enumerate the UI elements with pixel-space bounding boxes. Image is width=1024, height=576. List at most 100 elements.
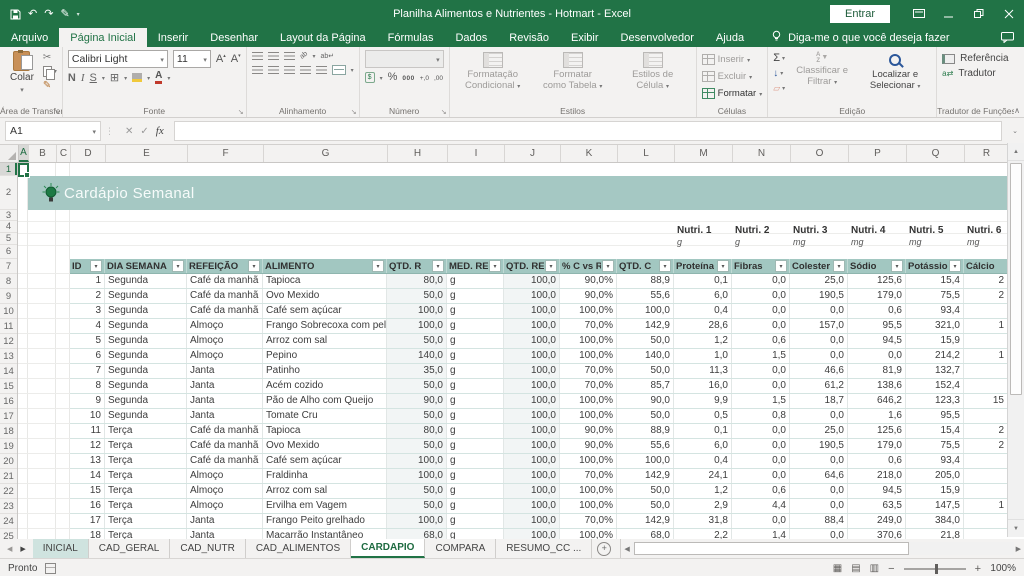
increase-indent-icon[interactable] bbox=[316, 66, 327, 74]
sheet-tab[interactable]: CARDAPIO bbox=[351, 539, 425, 558]
scroll-down-icon[interactable]: ▼ bbox=[1008, 519, 1024, 537]
copy-button[interactable] bbox=[43, 65, 57, 78]
filter-dropdown-icon[interactable] bbox=[949, 260, 961, 272]
table-header-cell[interactable]: MED. RE bbox=[447, 259, 504, 273]
row-header[interactable]: 25 bbox=[0, 529, 17, 539]
row-header[interactable]: 16 bbox=[0, 394, 17, 409]
ribbon-tab[interactable]: Layout da Página bbox=[269, 28, 377, 47]
table-row[interactable]: 11 Terça Café da manhã Tapioca 80,0 g 10… bbox=[70, 424, 1007, 439]
row-header[interactable]: 6 bbox=[0, 245, 17, 259]
column-header[interactable]: N bbox=[733, 145, 791, 162]
chevron-down-icon[interactable] bbox=[102, 72, 105, 83]
insert-function-icon[interactable]: fx bbox=[156, 125, 164, 137]
column-header[interactable]: B bbox=[29, 145, 57, 162]
row-header[interactable]: 10 bbox=[0, 304, 17, 319]
vertical-scrollbar[interactable]: ▲ ▼ bbox=[1007, 143, 1024, 537]
row-header[interactable]: 21 bbox=[0, 469, 17, 484]
format-painter-icon[interactable] bbox=[43, 80, 57, 91]
column-header[interactable]: K bbox=[561, 145, 618, 162]
filter-dropdown-icon[interactable] bbox=[90, 260, 102, 272]
column-header[interactable]: J bbox=[505, 145, 561, 162]
bold-button[interactable]: N bbox=[68, 72, 76, 84]
vertical-scroll-thumb[interactable] bbox=[1010, 163, 1022, 395]
ribbon-tab[interactable]: Desenvolvedor bbox=[610, 28, 705, 47]
ribbon-tab[interactable]: Dados bbox=[444, 28, 498, 47]
column-header[interactable]: Q bbox=[907, 145, 965, 162]
font-name-select[interactable]: Calibri Light bbox=[68, 50, 168, 68]
page-layout-view-icon[interactable] bbox=[851, 563, 860, 574]
column-header[interactable]: L bbox=[618, 145, 675, 162]
row-header[interactable]: 1 bbox=[0, 163, 17, 176]
filter-dropdown-icon[interactable] bbox=[891, 260, 903, 272]
sheet-tab[interactable]: INICIAL bbox=[33, 539, 89, 558]
filter-dropdown-icon[interactable] bbox=[545, 260, 557, 272]
row-header[interactable]: 13 bbox=[0, 349, 17, 364]
increase-font-size-icon[interactable]: A bbox=[216, 53, 226, 65]
wrap-text-icon[interactable] bbox=[320, 52, 334, 60]
align-left-icon[interactable] bbox=[252, 66, 263, 74]
clear-button[interactable] bbox=[773, 82, 785, 95]
horizontal-scroll-thumb[interactable] bbox=[634, 542, 909, 555]
row-header[interactable]: 14 bbox=[0, 364, 17, 379]
find-select-button[interactable]: Localizar e Selecionar bbox=[859, 50, 931, 94]
undo-icon[interactable] bbox=[28, 9, 37, 20]
row-header[interactable]: 18 bbox=[0, 424, 17, 439]
table-header-cell[interactable]: Potássio bbox=[906, 259, 964, 273]
row-header[interactable]: 3 bbox=[0, 210, 17, 221]
paste-button[interactable]: Colar bbox=[5, 50, 39, 96]
table-row[interactable]: 10 Segunda Janta Tomate Cru 50,0 g 100,0… bbox=[70, 409, 1007, 424]
cell-styles-button[interactable]: Estilos de Célula bbox=[615, 50, 691, 94]
align-right-icon[interactable] bbox=[284, 66, 295, 74]
ribbon-tab[interactable]: Inserir bbox=[147, 28, 200, 47]
fill-color-icon[interactable] bbox=[132, 73, 142, 82]
filter-dropdown-icon[interactable] bbox=[172, 260, 184, 272]
table-row[interactable]: 16 Terça Almoço Ervilha em Vagem 50,0 g … bbox=[70, 499, 1007, 514]
column-header[interactable]: A bbox=[19, 145, 29, 162]
zoom-slider[interactable] bbox=[904, 568, 966, 570]
ribbon-tab[interactable]: Revisão bbox=[498, 28, 560, 47]
redo-icon[interactable] bbox=[44, 9, 53, 20]
reference-button[interactable]: Referência bbox=[942, 53, 1008, 64]
borders-icon[interactable] bbox=[110, 71, 119, 84]
column-header[interactable]: G bbox=[264, 145, 388, 162]
sheet-tab[interactable]: COMPARA bbox=[425, 539, 496, 558]
table-row[interactable]: 9 Segunda Janta Pão de Alho com Queijo 9… bbox=[70, 394, 1007, 409]
filter-dropdown-icon[interactable] bbox=[248, 260, 260, 272]
row-header[interactable]: 15 bbox=[0, 379, 17, 394]
cut-icon[interactable] bbox=[43, 52, 57, 63]
table-header-cell[interactable]: Fibras bbox=[732, 259, 790, 273]
ribbon-display-options-icon[interactable] bbox=[904, 0, 934, 28]
zoom-in-icon[interactable]: + bbox=[975, 563, 981, 575]
align-top-icon[interactable] bbox=[252, 52, 263, 60]
table-row[interactable]: 4 Segunda Almoço Frango Sobrecoxa com pe… bbox=[70, 319, 1007, 334]
sheet-tab[interactable]: RESUMO_CC ... bbox=[496, 539, 592, 558]
next-sheet-icon[interactable]: ▶ bbox=[20, 545, 25, 553]
column-header[interactable]: C bbox=[57, 145, 71, 162]
row-header[interactable]: 19 bbox=[0, 439, 17, 454]
ribbon-tab[interactable]: Arquivo bbox=[0, 28, 59, 47]
ribbon-tab[interactable]: Ajuda bbox=[705, 28, 755, 47]
horizontal-scroll-track[interactable] bbox=[632, 542, 1014, 555]
row-header[interactable]: 5 bbox=[0, 233, 17, 245]
dialog-launcher-icon[interactable] bbox=[238, 108, 244, 116]
fill-button[interactable] bbox=[773, 67, 785, 80]
row-header[interactable]: 23 bbox=[0, 499, 17, 514]
scroll-right-icon[interactable]: ▶ bbox=[1016, 545, 1021, 553]
ribbon-tab[interactable]: Desenhar bbox=[199, 28, 269, 47]
conditional-formatting-button[interactable]: Formatação Condicional bbox=[455, 50, 531, 94]
previous-sheet-icon[interactable]: ◀ bbox=[7, 545, 12, 553]
column-header[interactable]: M bbox=[675, 145, 733, 162]
table-header-cell[interactable]: QTD. RE bbox=[504, 259, 560, 273]
currency-format-icon[interactable] bbox=[365, 72, 375, 83]
cancel-entry-icon[interactable]: ✕ bbox=[125, 126, 133, 137]
feedback-icon[interactable] bbox=[1001, 28, 1014, 47]
comma-format-icon[interactable] bbox=[402, 72, 414, 83]
underline-button[interactable]: S bbox=[90, 72, 97, 84]
autosum-button[interactable] bbox=[773, 52, 785, 65]
table-row[interactable]: 8 Segunda Janta Acém cozido 50,0 g 100,0… bbox=[70, 379, 1007, 394]
table-header-cell[interactable]: ALIMENTO bbox=[263, 259, 387, 273]
expand-formula-bar-icon[interactable] bbox=[1006, 127, 1024, 135]
close-icon[interactable] bbox=[994, 0, 1024, 28]
table-row[interactable]: 6 Segunda Almoço Pepino 140,0 g 100,0 10… bbox=[70, 349, 1007, 364]
sheet-tab[interactable]: CAD_GERAL bbox=[89, 539, 171, 558]
